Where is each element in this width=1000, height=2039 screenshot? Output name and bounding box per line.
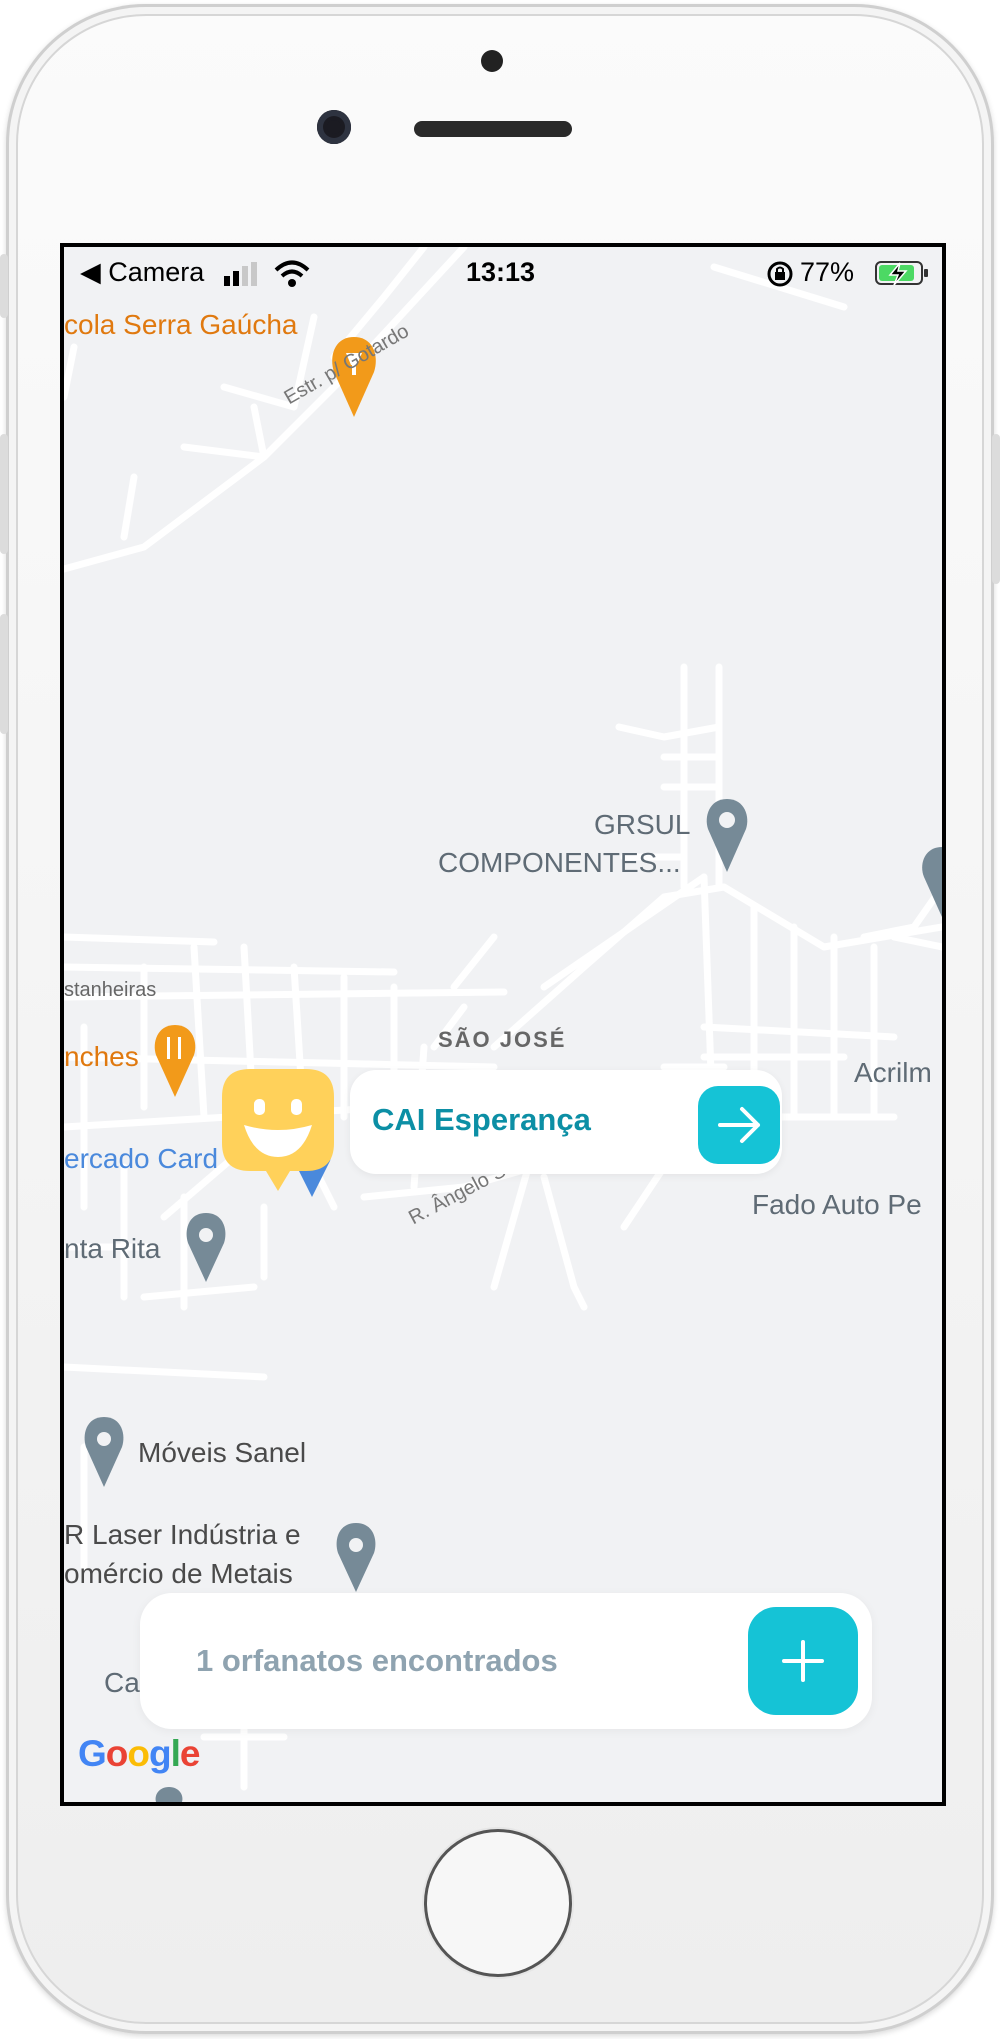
mute-switch bbox=[0, 254, 8, 318]
orphanage-marker[interactable] bbox=[222, 1069, 334, 1193]
volume-up-button bbox=[0, 434, 8, 554]
add-orphanage-button[interactable] bbox=[748, 1607, 858, 1715]
results-count: 1 orfanatos encontrados bbox=[196, 1643, 558, 1678]
home-button[interactable] bbox=[424, 1829, 572, 1977]
map-label-santa-rita: nta Rita bbox=[64, 1233, 161, 1264]
results-footer: 1 orfanatos encontrados bbox=[140, 1593, 872, 1729]
google-logo: Google bbox=[78, 1733, 200, 1774]
orphanage-name: CAI Esperança bbox=[372, 1102, 591, 1137]
district-label: SÃO JOSÉ bbox=[438, 1027, 567, 1052]
map-label-mercado: ercado Card bbox=[64, 1143, 219, 1174]
arrow-right-icon bbox=[718, 1107, 760, 1143]
front-camera bbox=[317, 110, 351, 144]
orphanage-callout[interactable]: CAI Esperança bbox=[350, 1070, 782, 1174]
map-label-lanches: nches bbox=[64, 1041, 139, 1072]
back-to-app-link[interactable]: ◀ Camera bbox=[80, 257, 204, 288]
map-label-grsul-line2: COMPONENTES... bbox=[438, 847, 681, 878]
map-label-laser-line2: omércio de Metais bbox=[64, 1558, 293, 1589]
map-label-winery: cola Serra Gaúcha bbox=[64, 309, 298, 340]
clock: 13:13 bbox=[466, 257, 536, 287]
orientation-lock-icon bbox=[767, 261, 793, 287]
battery-percent: 77% bbox=[800, 257, 855, 287]
map-label-moveis: Móveis Sanel bbox=[138, 1437, 307, 1468]
plus-icon bbox=[782, 1640, 824, 1682]
phone-screen: ◀ Camera 13:13 77% cola Serra Gaúcha Est… bbox=[60, 243, 946, 1806]
battery-charging-icon bbox=[875, 261, 928, 286]
power-button bbox=[992, 434, 1000, 584]
map-label-acrilm: Acrilm bbox=[854, 1057, 932, 1088]
signal-icon bbox=[224, 262, 257, 286]
map-label-laser-line1: R Laser Indústria e bbox=[64, 1519, 301, 1550]
wifi-icon bbox=[274, 260, 310, 287]
earpiece-speaker bbox=[414, 121, 572, 137]
volume-down-button bbox=[0, 614, 8, 734]
road-label-castanheiras: stanheiras bbox=[64, 979, 157, 1001]
map-label-grsul-line1: GRSUL bbox=[594, 809, 691, 840]
map-label-fado: Fado Auto Pe bbox=[752, 1189, 922, 1220]
map-label-ca: Ca bbox=[104, 1667, 140, 1698]
open-orphanage-button[interactable] bbox=[698, 1086, 780, 1164]
status-bar: ◀ Camera 13:13 77% bbox=[64, 247, 942, 293]
proximity-sensor bbox=[481, 50, 503, 72]
